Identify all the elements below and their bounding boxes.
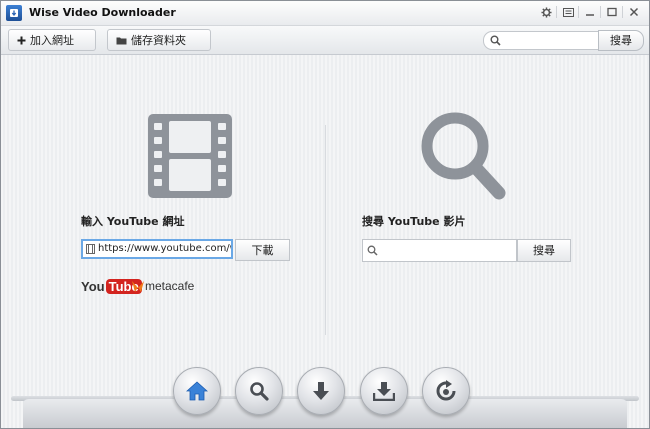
title-separator (600, 6, 601, 18)
search-icon (367, 245, 378, 259)
film-small-icon (86, 244, 95, 257)
close-icon[interactable] (625, 4, 643, 20)
search-nav-button[interactable] (235, 367, 283, 415)
toolbar: 加入網址 儲存資料夾 搜尋 (1, 26, 649, 55)
app-window: Wise Video Downloader 加入網址 儲存資料夾 搜尋 輸入 Y… (0, 0, 650, 429)
save-folder-button[interactable]: 儲存資料夾 (107, 29, 211, 51)
title-bar: Wise Video Downloader (1, 1, 649, 26)
toolbar-search-input[interactable] (483, 31, 600, 50)
save-download-icon (373, 382, 395, 401)
magnifier-icon (421, 112, 506, 200)
toolbar-search-button[interactable]: 搜尋 (598, 30, 644, 51)
maximize-icon[interactable] (603, 4, 621, 20)
plus-icon (17, 36, 26, 45)
youtube-search-button[interactable]: 搜尋 (517, 239, 571, 262)
main-area: 輸入 YouTube 網址 https://www.youtube.com/wa… (1, 55, 649, 428)
home-button[interactable] (173, 367, 221, 415)
home-icon (186, 381, 208, 401)
title-separator (578, 6, 579, 18)
youtube-url-input[interactable]: https://www.youtube.com/watch?v=... (81, 239, 233, 259)
title-separator (556, 6, 557, 18)
search-section-heading: 搜尋 YouTube 影片 (362, 215, 466, 228)
youtube-search-input[interactable] (362, 239, 517, 262)
metacafe-logo: metacafe (131, 277, 194, 295)
folder-icon (116, 36, 127, 45)
download-icon (313, 382, 329, 400)
settings-gear-icon[interactable] (537, 4, 555, 20)
save-folder-label: 儲存資料夾 (131, 34, 186, 47)
youtube-logo-you: You (81, 278, 105, 294)
download-nav-button[interactable] (297, 367, 345, 415)
saved-downloads-button[interactable] (360, 367, 408, 415)
convert-icon (436, 380, 456, 401)
url-section-heading: 輸入 YouTube 網址 (81, 215, 185, 228)
metacafe-logo-text: metacafe (145, 279, 195, 293)
convert-button[interactable] (422, 367, 470, 415)
title-separator (622, 6, 623, 18)
film-strip-icon (148, 114, 232, 198)
metacafe-icon (132, 281, 144, 292)
menu-icon[interactable] (559, 4, 577, 20)
add-url-button[interactable]: 加入網址 (8, 29, 96, 51)
add-url-label: 加入網址 (30, 34, 74, 47)
search-icon (250, 382, 269, 401)
download-button[interactable]: 下載 (235, 239, 290, 261)
app-icon (6, 5, 22, 21)
url-input-value: https://www.youtube.com/watch?v=... (98, 243, 231, 254)
search-icon (490, 35, 501, 49)
minimize-icon[interactable] (581, 4, 599, 20)
panel-divider (325, 125, 326, 335)
app-title: Wise Video Downloader (29, 6, 176, 19)
